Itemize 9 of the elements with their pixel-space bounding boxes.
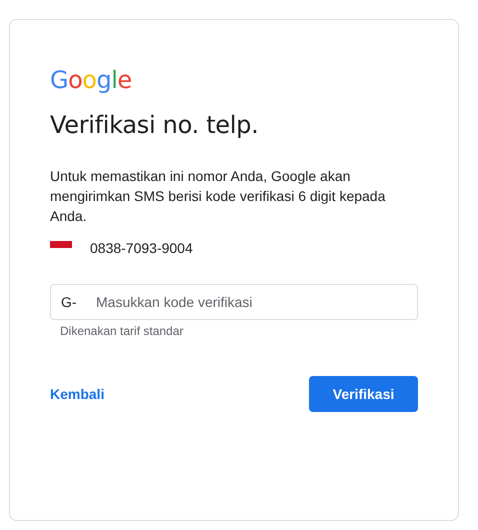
google-logo: Google (50, 66, 132, 94)
back-link[interactable]: Kembali (50, 386, 104, 402)
verify-button[interactable]: Verifikasi (309, 376, 418, 412)
description-text: Untuk memastikan ini nomor Anda, Google akan mengirimkan SMS berisi kode verifikasi 6 digit kepada Anda. (50, 167, 386, 226)
code-prefix: G- (61, 294, 77, 310)
page-title: Verifikasi no. telp. (50, 110, 260, 140)
phone-number: 0838-7093-9004 (90, 240, 193, 256)
helper-text: Dikenakan tarif standar (60, 324, 184, 338)
flag-icon (50, 241, 72, 248)
